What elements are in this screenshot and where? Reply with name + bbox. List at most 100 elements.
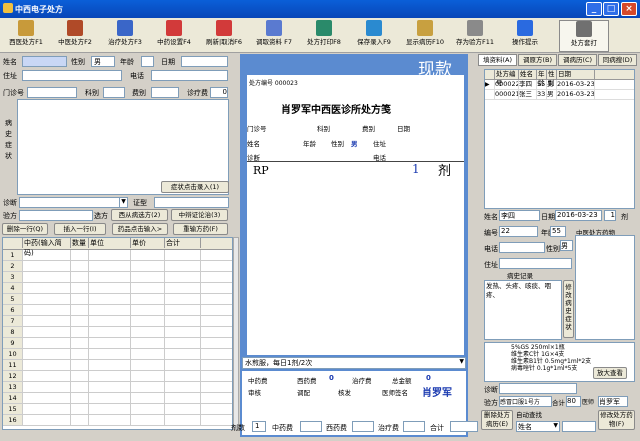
tab-fill[interactable]: 填资料(A) [478, 54, 517, 66]
grid-cell[interactable] [89, 261, 131, 271]
r-phone-input[interactable] [499, 242, 545, 253]
grid-scrollbar[interactable] [233, 237, 239, 430]
grid-cell[interactable] [71, 327, 89, 337]
f-count-input[interactable]: 1 [252, 421, 266, 432]
grid-cell[interactable] [71, 360, 89, 370]
delete-record-button[interactable]: 删除处方病历(E) [481, 410, 513, 430]
resort-drugs-button[interactable]: 重输方药(F) [173, 223, 228, 235]
grid-cell[interactable] [23, 349, 71, 359]
toolbar-pen-button[interactable]: 西医处方F1 [3, 20, 49, 52]
phone-input[interactable] [151, 70, 228, 81]
grid-cell[interactable] [165, 415, 201, 425]
auto-find-select[interactable]: 姓名 ▼ [516, 421, 560, 432]
grid-cell[interactable] [71, 338, 89, 348]
grid-cell[interactable] [165, 371, 201, 381]
grid-cell[interactable] [131, 338, 165, 348]
date-input[interactable] [181, 56, 228, 67]
grid-cell[interactable] [71, 316, 89, 326]
r-age-input[interactable]: 55 [550, 226, 566, 237]
fee-type-input[interactable] [151, 87, 179, 98]
grid-cell[interactable] [23, 338, 71, 348]
table-row[interactable]: 6 [3, 305, 232, 316]
table-row[interactable]: 000021 张三 33 男 2016-03-23 [485, 90, 634, 100]
r-doctor-input[interactable]: 肖罗军 [598, 396, 628, 407]
diagnosis-dropdown[interactable]: ▼ [119, 197, 128, 208]
treat-fee-input[interactable]: 0 [210, 87, 228, 98]
table-row[interactable]: 16 [3, 415, 232, 426]
usage-select[interactable]: 水煎服，每日1剂/2次 ▼ [242, 357, 466, 369]
grid-cell[interactable] [71, 305, 89, 315]
grid-cell[interactable] [131, 371, 165, 381]
toolbar-printer-button[interactable]: 处方套打 [559, 20, 609, 52]
f-treat-input[interactable] [403, 421, 425, 432]
toolbar-wrench-button[interactable]: 调取资料 F7 [251, 20, 297, 52]
clinic-no-input[interactable] [27, 87, 77, 98]
grid-cell[interactable] [131, 393, 165, 403]
grid-cell[interactable] [89, 382, 131, 392]
grid-cell[interactable] [89, 316, 131, 326]
table-row[interactable]: 3 [3, 272, 232, 283]
grid-cell[interactable] [131, 283, 165, 293]
name-input[interactable] [22, 56, 67, 67]
grid-cell[interactable] [89, 415, 131, 425]
grid-cell[interactable] [165, 349, 201, 359]
cert-input[interactable] [154, 197, 229, 208]
age-input[interactable] [141, 56, 154, 67]
grid-cell[interactable] [131, 250, 165, 260]
grid-cell[interactable] [165, 316, 201, 326]
table-row[interactable]: 4 [3, 283, 232, 294]
grid-cell[interactable] [71, 415, 89, 425]
r-diag-input[interactable] [499, 383, 577, 394]
grid-cell[interactable] [165, 305, 201, 315]
grid-cell[interactable] [131, 272, 165, 282]
edit-history-button[interactable]: 修改病史症状 [563, 280, 574, 338]
tab-original[interactable]: 调原方(B) [518, 54, 557, 66]
grid-cell[interactable] [131, 327, 165, 337]
table-row[interactable]: 10 [3, 349, 232, 360]
insert-row-button[interactable]: 插入一行(I) [54, 223, 106, 235]
grid-cell[interactable] [165, 294, 201, 304]
grid-cell[interactable] [131, 360, 165, 370]
toolbar-book-button[interactable]: 治疗处方F3 [102, 20, 148, 52]
r-name-input[interactable]: 李四 [499, 210, 540, 221]
grid-cell[interactable] [23, 272, 71, 282]
toolbar-no-entry-button[interactable]: 刷新|取消F6 [201, 20, 247, 52]
grid-cell[interactable] [71, 393, 89, 403]
grid-cell[interactable] [23, 415, 71, 425]
grid-cell[interactable] [23, 327, 71, 337]
r-count-input[interactable]: 1 [604, 210, 616, 221]
grid-cell[interactable] [131, 404, 165, 414]
minimize-button[interactable]: _ [586, 2, 602, 16]
close-button[interactable]: × [621, 2, 637, 16]
grid-cell[interactable] [23, 316, 71, 326]
table-row[interactable]: 1 [3, 250, 232, 261]
grid-cell[interactable] [23, 261, 71, 271]
grid-cell[interactable] [131, 261, 165, 271]
grid-cell[interactable] [89, 305, 131, 315]
grid-cell[interactable] [71, 371, 89, 381]
grid-cell[interactable] [89, 327, 131, 337]
grid-cell[interactable] [131, 349, 165, 359]
f-chinese-input[interactable] [300, 421, 322, 432]
toolbar-save-button[interactable]: 保存录入F9 [351, 20, 397, 52]
grid-cell[interactable] [23, 305, 71, 315]
grid-cell[interactable] [131, 316, 165, 326]
dept-input[interactable] [103, 87, 125, 98]
grid-cell[interactable] [131, 382, 165, 392]
grid-cell[interactable] [89, 360, 131, 370]
table-row[interactable]: 7 [3, 316, 232, 327]
table-row[interactable]: 5 [3, 294, 232, 305]
toolbar-monitor-button[interactable]: 处方打印F8 [301, 20, 347, 52]
r-no-input[interactable]: 22 [499, 226, 538, 237]
table-row[interactable]: 11 [3, 360, 232, 371]
table-row[interactable]: ▶ 000022 李四 55 男 2016-03-23 [485, 80, 634, 90]
grid-cell[interactable] [71, 349, 89, 359]
auto-find-input[interactable] [562, 421, 596, 432]
grid-cell[interactable] [131, 305, 165, 315]
grid-cell[interactable] [71, 294, 89, 304]
drug-input-button[interactable]: 药品点击输入> [112, 223, 168, 235]
r-addr-input[interactable] [499, 258, 572, 269]
grid-cell[interactable] [131, 294, 165, 304]
r-total-input[interactable]: 80 [566, 396, 581, 407]
grid-cell[interactable] [23, 250, 71, 260]
